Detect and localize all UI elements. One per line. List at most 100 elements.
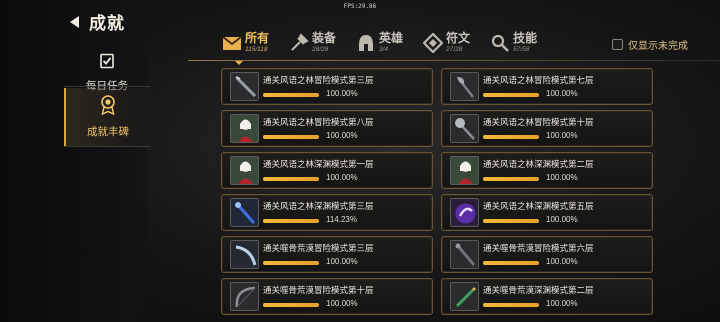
progress-bar-fill — [483, 135, 539, 139]
achievement-name: 通关风语之林深渊模式第一层 — [263, 159, 374, 169]
achievement-name: 通关风语之林冒险模式第十层 — [483, 117, 594, 127]
tab-heroes[interactable]: 英雄 3/4 — [356, 28, 403, 58]
tab-count: 57/58 — [513, 46, 530, 53]
tab-count: 27/28 — [446, 46, 463, 53]
purple-orb-icon — [450, 198, 479, 227]
progress-percent: 100.00% — [326, 89, 358, 98]
rune-icon — [423, 33, 444, 53]
sidebar-item-label: 成就丰碑 — [87, 126, 129, 138]
clipboard-check-icon — [99, 53, 115, 74]
progress-percent: 100.00% — [546, 173, 578, 182]
equipment-icon — [289, 33, 309, 53]
progress-bar-fill — [263, 177, 319, 181]
progress-bar — [483, 177, 539, 181]
progress-bar-fill — [483, 177, 539, 181]
tab-count: 3/4 — [379, 46, 389, 53]
progress-percent: 100.00% — [546, 131, 578, 140]
blue-staff-icon — [230, 198, 259, 227]
hero-portrait-icon — [230, 156, 259, 185]
envelope-icon — [222, 33, 242, 53]
achievement-card[interactable]: 通关风语之林冒险模式第七层 100.00% — [441, 68, 653, 105]
progress-bar — [263, 93, 319, 97]
progress-bar — [483, 135, 539, 139]
show-incomplete-checkbox[interactable] — [612, 39, 623, 50]
back-arrow-icon — [70, 15, 79, 28]
progress-bar-fill — [263, 261, 319, 265]
skill-icon — [490, 33, 510, 53]
sidebar-divider — [64, 146, 150, 147]
dark-staff-icon — [450, 240, 479, 269]
achievement-card[interactable]: 通关风语之林深渊模式第三层 114.23% — [221, 194, 433, 231]
helmet-icon — [356, 33, 376, 53]
progress-percent: 100.00% — [546, 89, 578, 98]
progress-percent: 100.00% — [546, 257, 578, 266]
achievement-card[interactable]: 通关噬骨荒漠冒险模式第十层 100.00% — [221, 278, 433, 315]
progress-bar — [483, 219, 539, 223]
achievement-name: 通关风语之林冒险模式第三层 — [263, 75, 374, 85]
progress-percent: 114.23% — [326, 215, 357, 224]
progress-bar — [263, 261, 319, 265]
progress-bar-fill — [263, 135, 319, 139]
medal-icon — [99, 95, 117, 120]
progress-bar-fill — [483, 93, 539, 97]
progress-bar — [483, 303, 539, 307]
progress-bar — [263, 135, 319, 139]
tab-count: 115/118 — [245, 46, 268, 53]
achievement-name: 通关噬骨荒漠冒险模式第十层 — [263, 285, 374, 295]
achievement-card[interactable]: 通关风语之林深渊模式第一层 100.00% — [221, 152, 433, 189]
tab-equipment[interactable]: 装备 28/28 — [289, 28, 336, 58]
sidebar-divider — [64, 86, 150, 87]
category-tabs: 所有 115/118 装备 28/28 英雄 3/4 符文 27/28 技能 5… — [222, 28, 537, 65]
progress-bar-fill — [483, 261, 539, 265]
achievement-name: 通关噬骨荒漠冒险模式第三层 — [263, 243, 374, 253]
progress-bar — [263, 177, 319, 181]
achievement-name: 通关风语之林冒险模式第八层 — [263, 117, 374, 127]
progress-bar — [483, 93, 539, 97]
tab-label: 符文 — [446, 31, 471, 45]
tab-label: 所有 — [245, 31, 270, 45]
tab-label: 技能 — [513, 31, 538, 45]
sidebar-item-achievements[interactable]: 成就丰碑 — [64, 88, 150, 146]
progress-percent: 100.00% — [326, 299, 358, 308]
curved-blade-icon — [230, 240, 259, 269]
show-incomplete-label: 仅显示未完成 — [628, 41, 688, 52]
tab-label: 英雄 — [379, 31, 404, 45]
tab-count: 28/28 — [312, 46, 329, 53]
achievement-card[interactable]: 通关噬骨荒漠冒险模式第六层 100.00% — [441, 236, 653, 273]
achievement-name: 通关噬骨荒漠冒险模式第六层 — [483, 243, 594, 253]
progress-bar-fill — [263, 93, 319, 97]
green-sword-icon — [450, 282, 479, 311]
progress-bar-fill — [483, 219, 539, 223]
progress-bar — [263, 303, 319, 307]
achievement-card[interactable]: 通关噬骨荒漠冒险模式第三层 100.00% — [221, 236, 433, 273]
progress-bar-fill — [263, 303, 319, 307]
achievement-card[interactable]: 通关风语之林深渊模式第二层 100.00% — [441, 152, 653, 189]
progress-bar — [483, 261, 539, 265]
progress-bar-fill — [483, 303, 539, 307]
achievement-name: 通关风语之林深渊模式第三层 — [263, 201, 374, 211]
back-button[interactable]: 成就 — [70, 9, 125, 34]
tab-skills[interactable]: 技能 57/58 — [490, 28, 537, 58]
achievement-name: 通关噬骨荒漠深渊模式第二层 — [483, 285, 594, 295]
tab-all[interactable]: 所有 115/118 — [222, 28, 270, 65]
progress-percent: 100.00% — [546, 299, 578, 308]
achievement-name: 通关风语之林冒险模式第七层 — [483, 75, 594, 85]
hero-portrait-icon — [450, 156, 479, 185]
achievement-card[interactable]: 通关风语之林冒险模式第八层 100.00% — [221, 110, 433, 147]
achievement-card[interactable]: 通关风语之林冒险模式第三层 100.00% — [221, 68, 433, 105]
achievement-name: 通关风语之林深渊模式第五层 — [483, 201, 594, 211]
achievement-card[interactable]: 通关风语之林深渊模式第五层 100.00% — [441, 194, 653, 231]
progress-bar — [263, 219, 319, 223]
dark-blade-icon — [230, 72, 259, 101]
tab-underline — [188, 60, 720, 61]
show-incomplete-toggle[interactable]: 仅显示未完成 — [612, 37, 688, 52]
progress-bar-fill — [263, 219, 319, 223]
progress-percent: 100.00% — [326, 257, 358, 266]
achievement-card[interactable]: 通关风语之林冒险模式第十层 100.00% — [441, 110, 653, 147]
tab-active-caret — [235, 61, 243, 65]
tab-runes[interactable]: 符文 27/28 — [423, 28, 470, 58]
page-title: 成就 — [89, 14, 125, 33]
achievement-card[interactable]: 通关噬骨荒漠深渊模式第二层 100.00% — [441, 278, 653, 315]
mace-icon — [450, 114, 479, 143]
achievement-name: 通关风语之林深渊模式第二层 — [483, 159, 594, 169]
